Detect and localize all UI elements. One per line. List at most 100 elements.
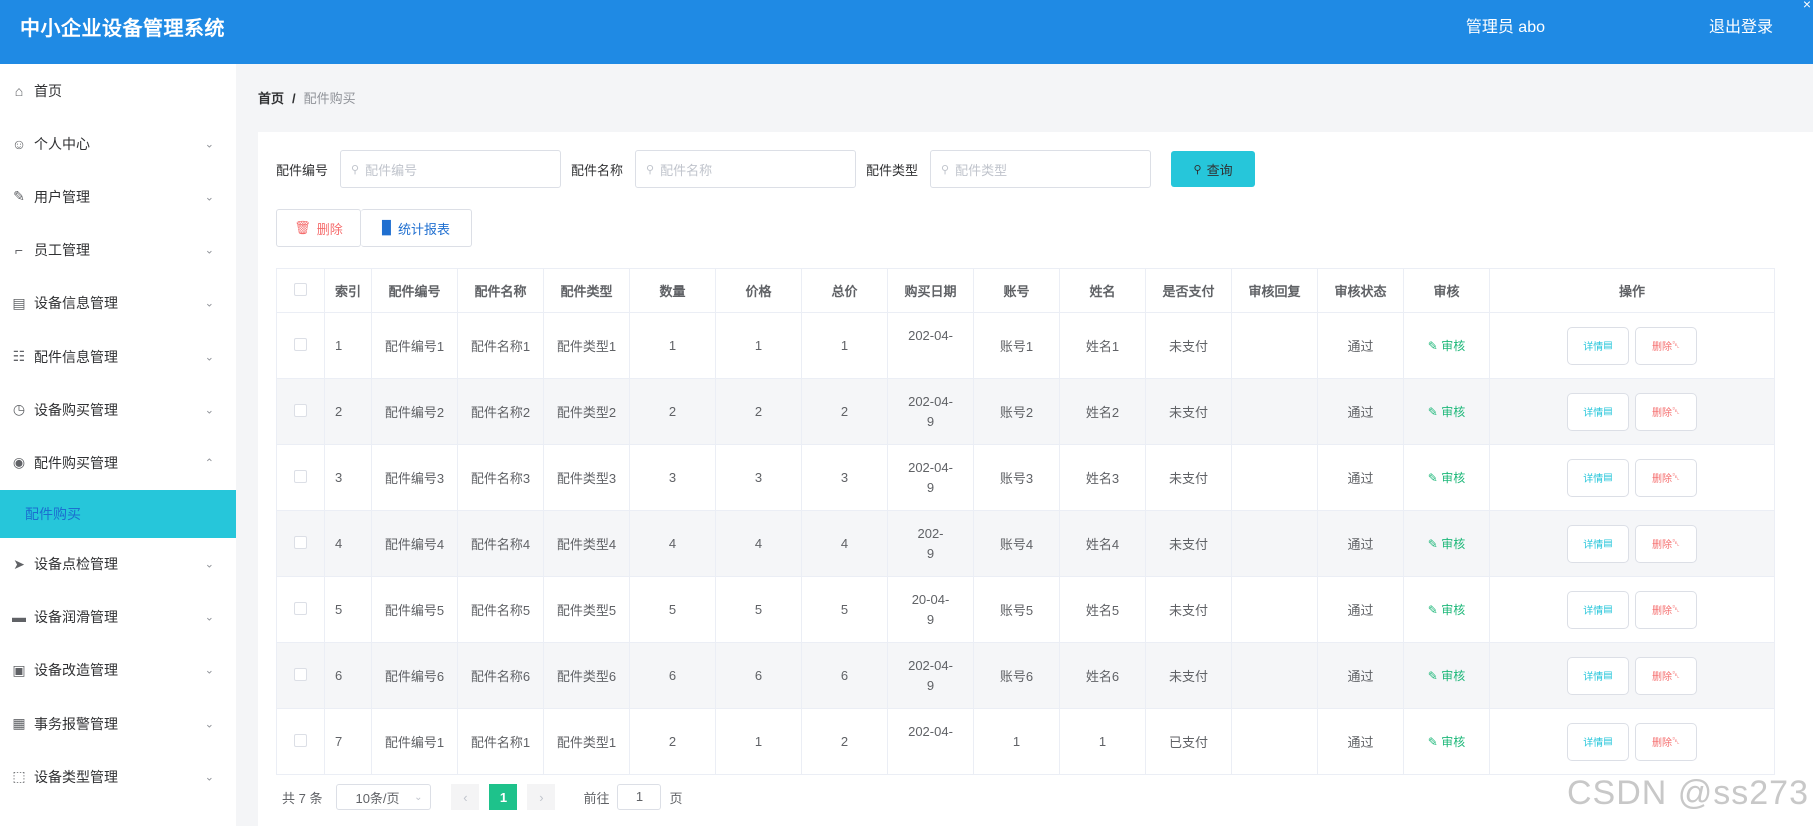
detail-button[interactable]: 详情 ▤ (1567, 656, 1629, 695)
search-input-type[interactable]: ⚲ 配件类型 (930, 150, 1152, 188)
date-line: 202-04- (908, 459, 953, 475)
table-row[interactable]: 2 配件编号2 配件名称2 配件类型2 2 2 2 202-04- 9 账号2 姓名2 未支付 通过 ✎ … (276, 378, 1775, 445)
sidebar-item-label: 配件购买管理 (34, 454, 118, 471)
batch-delete-button[interactable]: 🗑 删除 (276, 209, 361, 247)
row-delete-button[interactable]: 删除 ␡ (1635, 656, 1697, 695)
cell-purchase-date: 202-04- 9 (887, 378, 974, 445)
detail-button[interactable]: 详情 ▤ (1567, 590, 1629, 629)
cell-index: 5 (324, 576, 372, 643)
briefcase-icon: ▣ (12, 661, 26, 678)
sidebar-item-12[interactable]: ⬚ 设备类型管理 ⌄ (0, 750, 236, 803)
audit-link[interactable]: ✎ 审核 (1428, 735, 1465, 749)
detail-button[interactable]: 详情 ▤ (1567, 392, 1629, 431)
cell-status: 通过 (1317, 642, 1404, 709)
row-checkbox[interactable] (294, 469, 307, 483)
page-jumper: 前往 1 页 (583, 784, 683, 810)
cell-total: 2 (801, 708, 888, 775)
row-delete-button[interactable]: 删除 ␡ (1635, 590, 1697, 629)
table-row[interactable]: 7 配件编号1 配件名称1 配件类型1 2 1 2 202-04- 1 1 已支付 通过 ✎ 审核 详情 … (276, 708, 1775, 775)
detail-button[interactable]: 详情 ▤ (1567, 722, 1629, 761)
table-row[interactable]: 6 配件编号6 配件名称6 配件类型6 6 6 6 202-04- 9 账号6 姓名6 未支付 通过 ✎ … (276, 642, 1775, 709)
sidebar-item-3[interactable]: ⌐ 员工管理 ⌄ (0, 224, 236, 277)
row-select-cell[interactable] (276, 708, 325, 775)
row-select-cell[interactable] (276, 378, 325, 445)
cell-total: 4 (801, 510, 888, 577)
breadcrumb-home[interactable]: 首页 (258, 91, 284, 106)
goto-prefix: 前往 (583, 790, 610, 806)
row-checkbox[interactable] (294, 733, 307, 747)
chevron-down-icon: ⌄ (204, 297, 214, 310)
cell-qty: 5 (629, 576, 716, 643)
row-checkbox[interactable] (294, 535, 307, 549)
row-delete-button[interactable]: 删除 ␡ (1635, 458, 1697, 497)
row-select-cell[interactable] (276, 312, 325, 379)
search-input-code[interactable]: ⚲ 配件编号 (340, 150, 562, 188)
row-checkbox[interactable] (294, 337, 307, 351)
query-button[interactable]: ⚲ 查询 (1171, 151, 1256, 187)
search-input-name[interactable]: ⚲ 配件名称 (635, 150, 857, 188)
goto-page-input[interactable]: 1 (617, 784, 662, 810)
row-select-cell[interactable] (276, 642, 325, 709)
sidebar-item-8[interactable]: ➤ 设备点检管理 ⌄ (0, 538, 236, 591)
audit-link[interactable]: ✎ 审核 (1428, 471, 1465, 485)
row-select-cell[interactable] (276, 444, 325, 511)
row-delete-button[interactable]: 删除 ␡ (1635, 524, 1697, 563)
document-icon: ▤ (1603, 472, 1613, 483)
table-row[interactable]: 3 配件编号3 配件名称3 配件类型3 3 3 3 202-04- 9 账号3 姓名3 未支付 通过 ✎ … (276, 444, 1775, 511)
select-all-checkbox[interactable] (294, 282, 307, 296)
audit-link[interactable]: ✎ 审核 (1428, 339, 1465, 353)
cell-reply (1231, 378, 1318, 445)
row-delete-button[interactable]: 删除 ␡ (1635, 326, 1697, 365)
location-icon: ◉ (12, 454, 26, 471)
row-select-cell[interactable] (276, 510, 325, 577)
row-delete-button[interactable]: 删除 ␡ (1635, 392, 1697, 431)
cell-operations: 详情 ▤ 删除 ␡ (1489, 510, 1775, 577)
sidebar-item-6[interactable]: ◷ 设备购买管理 ⌄ (0, 383, 236, 436)
sidebar-item-4[interactable]: ▤ 设备信息管理 ⌄ (0, 277, 236, 330)
cell-operations: 详情 ▤ 删除 ␡ (1489, 708, 1775, 775)
select-all-header[interactable] (276, 268, 325, 313)
sidebar-item-0[interactable]: ⌂ 首页 (0, 64, 236, 117)
column-header: 是否支付 (1145, 268, 1232, 313)
row-checkbox[interactable] (294, 403, 307, 417)
sidebar-item-5[interactable]: ☷ 配件信息管理 ⌄ (0, 330, 236, 383)
sidebar-item-9[interactable]: ▬ 设备润滑管理 ⌄ (0, 591, 236, 644)
stats-report-button[interactable]: ▉ 统计报表 (361, 209, 472, 247)
detail-button[interactable]: 详情 ▤ (1567, 326, 1629, 365)
cell-name: 配件名称1 (457, 708, 544, 775)
logout-link[interactable]: 退出登录 (1709, 0, 1773, 56)
sidebar-item-11[interactable]: ▦ 事务报警管理 ⌄ (0, 697, 236, 750)
sidebar-subitem-active[interactable]: 配件购买 (0, 489, 236, 538)
page-number-current[interactable]: 1 (489, 784, 518, 810)
audit-link[interactable]: ✎ 审核 (1428, 405, 1465, 419)
table-row[interactable]: 4 配件编号4 配件名称4 配件类型4 4 4 4 202- 9 账号4 姓名4 未支付 通过 ✎ 审核详… (276, 510, 1775, 577)
sidebar-item-1[interactable]: ☺ 个人中心 ⌄ (0, 117, 236, 170)
row-checkbox[interactable] (294, 601, 307, 615)
close-icon[interactable]: × (1803, 0, 1811, 12)
cell-name: 配件名称2 (457, 378, 544, 445)
cell-name: 配件名称6 (457, 642, 544, 709)
table-row[interactable]: 1 配件编号1 配件名称1 配件类型1 1 1 1 202-04- 账号1 姓名1 未支付 通过 ✎ 审… (276, 312, 1775, 379)
row-select-cell[interactable] (276, 576, 325, 643)
cell-paid: 未支付 (1145, 510, 1232, 577)
prev-page-button[interactable]: ‹ (451, 784, 480, 810)
sidebar-item-10[interactable]: ▣ 设备改造管理 ⌄ (0, 644, 236, 697)
row-checkbox[interactable] (294, 667, 307, 681)
sidebar-item-7[interactable]: ◉ 配件购买管理 ⌃ (0, 436, 236, 489)
detail-button[interactable]: 详情 ▤ (1567, 458, 1629, 497)
next-page-button[interactable]: › (527, 784, 556, 810)
grid-icon: ▦ (12, 715, 26, 732)
audit-link[interactable]: ✎ 审核 (1428, 537, 1465, 551)
page-size-select[interactable]: 10条/页 ⌄ (336, 784, 432, 810)
audit-link[interactable]: ✎ 审核 (1428, 603, 1465, 617)
date-line: 202- (917, 525, 944, 541)
cell-account: 账号5 (973, 576, 1060, 643)
cell-status: 通过 (1317, 378, 1404, 445)
row-delete-button[interactable]: 删除 ␡ (1635, 722, 1697, 761)
detail-button[interactable]: 详情 ▤ (1567, 524, 1629, 563)
breadcrumb-current: 配件购买 (303, 91, 356, 106)
audit-link[interactable]: ✎ 审核 (1428, 669, 1465, 683)
sidebar-item-2[interactable]: ✎ 用户管理 ⌄ (0, 170, 236, 223)
table-row[interactable]: 5 配件编号5 配件名称5 配件类型5 5 5 5 20-04- 9 账号5 姓名5 未支付 通过 ✎ 审… (276, 576, 1775, 643)
device-icon: ▤ (12, 294, 26, 311)
